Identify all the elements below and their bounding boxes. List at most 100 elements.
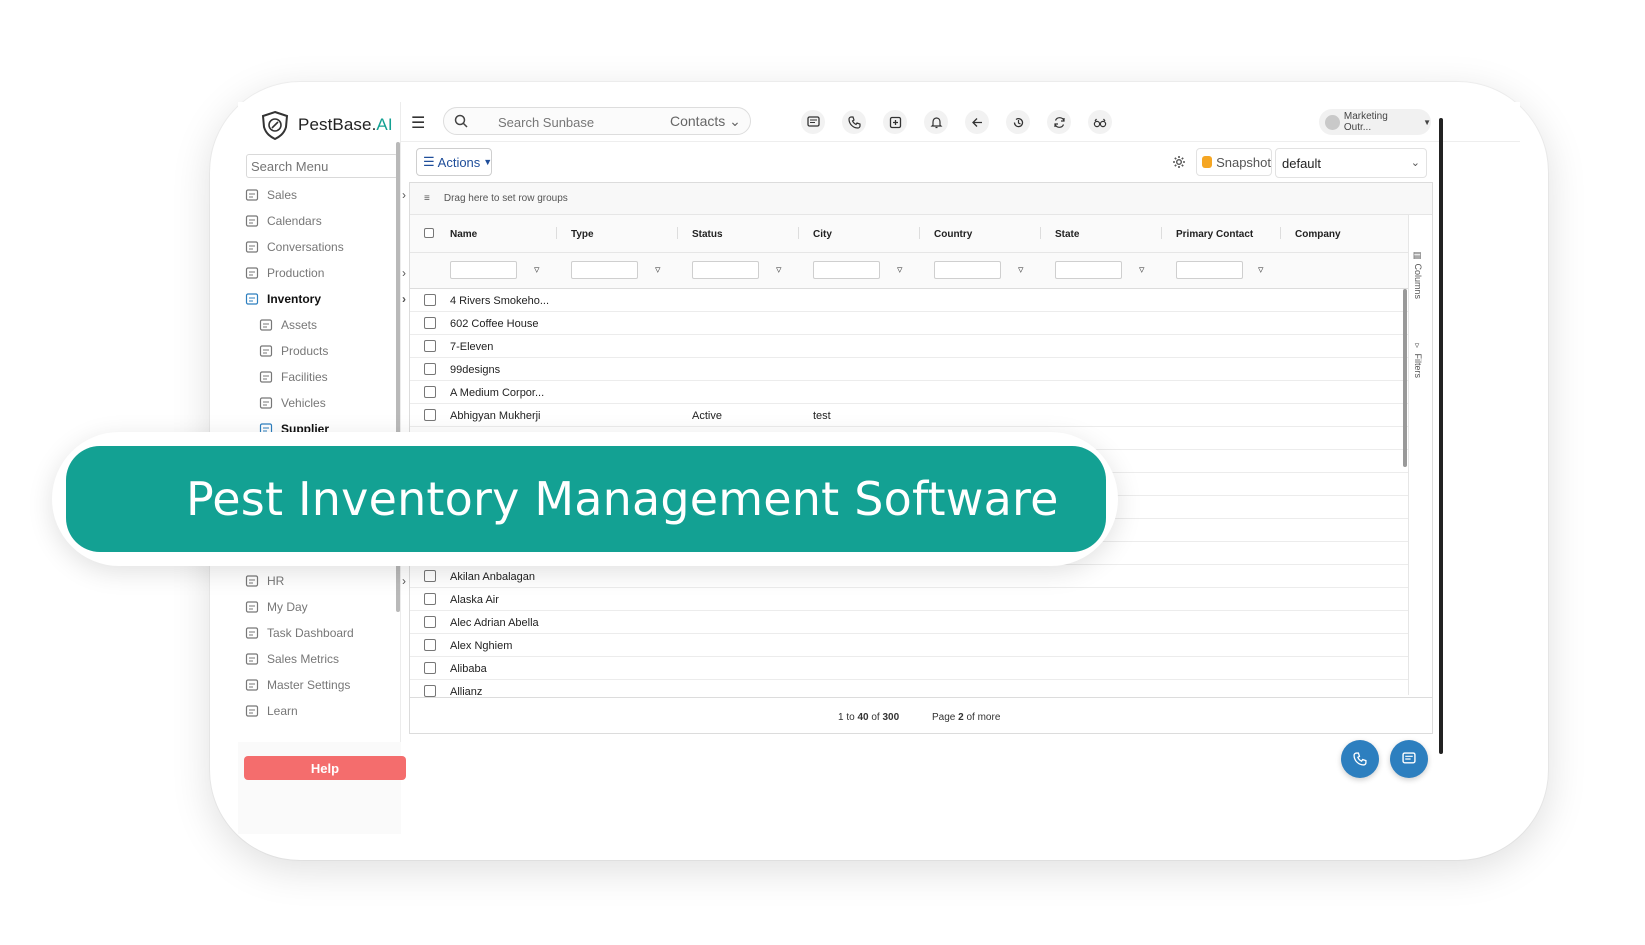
column-separator[interactable] (677, 227, 678, 239)
grid-scrollbar[interactable] (1403, 289, 1407, 467)
filter-icon[interactable]: ▿ (1139, 263, 1145, 276)
bell-icon[interactable] (924, 110, 948, 134)
row-group-panel[interactable]: ≡ Drag here to set row groups (410, 183, 1432, 215)
add-box-icon[interactable] (883, 110, 907, 134)
column-separator[interactable] (1161, 227, 1162, 239)
row-checkbox[interactable] (424, 593, 436, 605)
table-row[interactable]: A Medium Corpor... (410, 381, 1408, 404)
filter-icon[interactable]: ▿ (1258, 263, 1264, 276)
cell-name: 7-Eleven (450, 341, 494, 353)
table-row[interactable]: Alibaba (410, 657, 1408, 680)
hamburger-menu-icon[interactable]: ☰ (411, 113, 425, 133)
filter-input-country[interactable] (934, 261, 1001, 279)
filter-icon[interactable]: ▿ (897, 263, 903, 276)
table-row[interactable]: 4 Rivers Smokeho... (410, 289, 1408, 312)
column-header-country[interactable]: Country (934, 229, 972, 240)
sidebar-item-sales-metrics[interactable]: Sales Metrics (244, 646, 408, 672)
row-checkbox[interactable] (424, 662, 436, 674)
filters-tab[interactable]: ▿ Filters (1413, 341, 1423, 378)
select-all-checkbox[interactable] (424, 228, 434, 238)
avatar (1325, 114, 1340, 130)
column-header-primary-contact[interactable]: Primary Contact (1176, 229, 1253, 240)
call-fab[interactable] (1341, 740, 1379, 778)
row-checkbox[interactable] (424, 317, 436, 329)
back-arrow-icon[interactable] (965, 110, 989, 134)
row-checkbox[interactable] (424, 616, 436, 628)
table-row[interactable]: 602 Coffee House (410, 312, 1408, 335)
phone-icon[interactable] (842, 110, 866, 134)
row-checkbox[interactable] (424, 294, 436, 306)
table-row[interactable]: Akilan Anbalagan (410, 565, 1408, 588)
columns-tab[interactable]: ▤ Columns (1413, 251, 1423, 299)
search-menu-input[interactable] (246, 154, 398, 178)
filter-input-primary-contact[interactable] (1176, 261, 1243, 279)
gear-icon[interactable] (1172, 155, 1186, 169)
sidebar-item-calendars[interactable]: Calendars (244, 208, 408, 234)
column-separator[interactable] (1040, 227, 1041, 239)
sidebar-item-master-settings[interactable]: Master Settings (244, 672, 408, 698)
sidebar-item-sales[interactable]: Sales › (244, 182, 408, 208)
sidebar-item-my-day[interactable]: My Day (244, 594, 408, 620)
filter-input-city[interactable] (813, 261, 880, 279)
app-logo[interactable]: PestBase.AI (260, 110, 393, 140)
sidebar-item-assets[interactable]: Assets (244, 312, 408, 338)
view-select[interactable]: default ⌄ (1275, 148, 1427, 178)
column-header-type[interactable]: Type (571, 229, 594, 240)
column-separator[interactable] (556, 227, 557, 239)
filters-tab-label: Filters (1413, 353, 1423, 379)
sidebar-item-products[interactable]: Products (244, 338, 408, 364)
settings-icon (244, 677, 260, 693)
user-menu[interactable]: Marketing Outr... ▼ (1319, 109, 1431, 135)
filter-icon[interactable]: ▿ (534, 263, 540, 276)
column-header-name[interactable]: Name (450, 229, 477, 240)
help-button[interactable]: Help (244, 756, 406, 780)
message-icon[interactable] (801, 110, 825, 134)
filter-icon[interactable]: ▿ (655, 263, 661, 276)
sidebar-item-hr[interactable]: HR › (244, 568, 408, 594)
column-separator[interactable] (1280, 227, 1281, 239)
table-row[interactable]: Abhigyan Mukherji Active test (410, 404, 1408, 427)
filter-input-state[interactable] (1055, 261, 1122, 279)
refresh-icon[interactable] (1047, 110, 1071, 134)
table-row[interactable]: Alec Adrian Abella (410, 611, 1408, 634)
sidebar-item-learn[interactable]: Learn (244, 698, 408, 724)
glasses-icon[interactable] (1088, 110, 1112, 134)
column-separator[interactable] (798, 227, 799, 239)
row-checkbox[interactable] (424, 386, 436, 398)
row-checkbox[interactable] (424, 570, 436, 582)
column-header-state[interactable]: State (1055, 229, 1079, 240)
filter-icon[interactable]: ▿ (1018, 263, 1024, 276)
row-checkbox[interactable] (424, 363, 436, 375)
table-row[interactable]: 7-Eleven (410, 335, 1408, 358)
row-checkbox[interactable] (424, 685, 436, 697)
filter-icon[interactable]: ▿ (776, 263, 782, 276)
sidebar-item-inventory[interactable]: Inventory › (244, 286, 408, 312)
filter-input-name[interactable] (450, 261, 517, 279)
history-icon[interactable] (1006, 110, 1030, 134)
table-row[interactable]: Alaska Air (410, 588, 1408, 611)
column-header-company[interactable]: Company (1295, 229, 1341, 240)
column-separator[interactable] (919, 227, 920, 239)
sidebar-item-conversations[interactable]: Conversations (244, 234, 408, 260)
sidebar-item-facilities[interactable]: Facilities (244, 364, 408, 390)
filter-input-status[interactable] (692, 261, 759, 279)
factory-icon (244, 265, 260, 281)
global-search[interactable]: Search Sunbase Contacts ⌄ (443, 107, 751, 135)
sidebar-item-vehicles[interactable]: Vehicles (244, 390, 408, 416)
search-context-dropdown[interactable]: Contacts ⌄ (670, 113, 741, 130)
sidebar-item-production[interactable]: Production › (244, 260, 408, 286)
actions-button[interactable]: ☰ Actions ▼ (416, 148, 492, 176)
chat-fab[interactable] (1390, 740, 1428, 778)
filter-input-type[interactable] (571, 261, 638, 279)
snapshot-button[interactable]: Snapshot (1196, 148, 1272, 176)
row-checkbox[interactable] (424, 639, 436, 651)
page-scrollbar[interactable] (1439, 118, 1443, 754)
table-row[interactable]: Alex Nghiem (410, 634, 1408, 657)
column-header-status[interactable]: Status (692, 229, 723, 240)
table-row[interactable]: 99designs (410, 358, 1408, 381)
sidebar-item-task-dashboard[interactable]: Task Dashboard (244, 620, 408, 646)
row-checkbox[interactable] (424, 340, 436, 352)
person-icon (244, 573, 260, 589)
row-checkbox[interactable] (424, 409, 436, 421)
column-header-city[interactable]: City (813, 229, 832, 240)
